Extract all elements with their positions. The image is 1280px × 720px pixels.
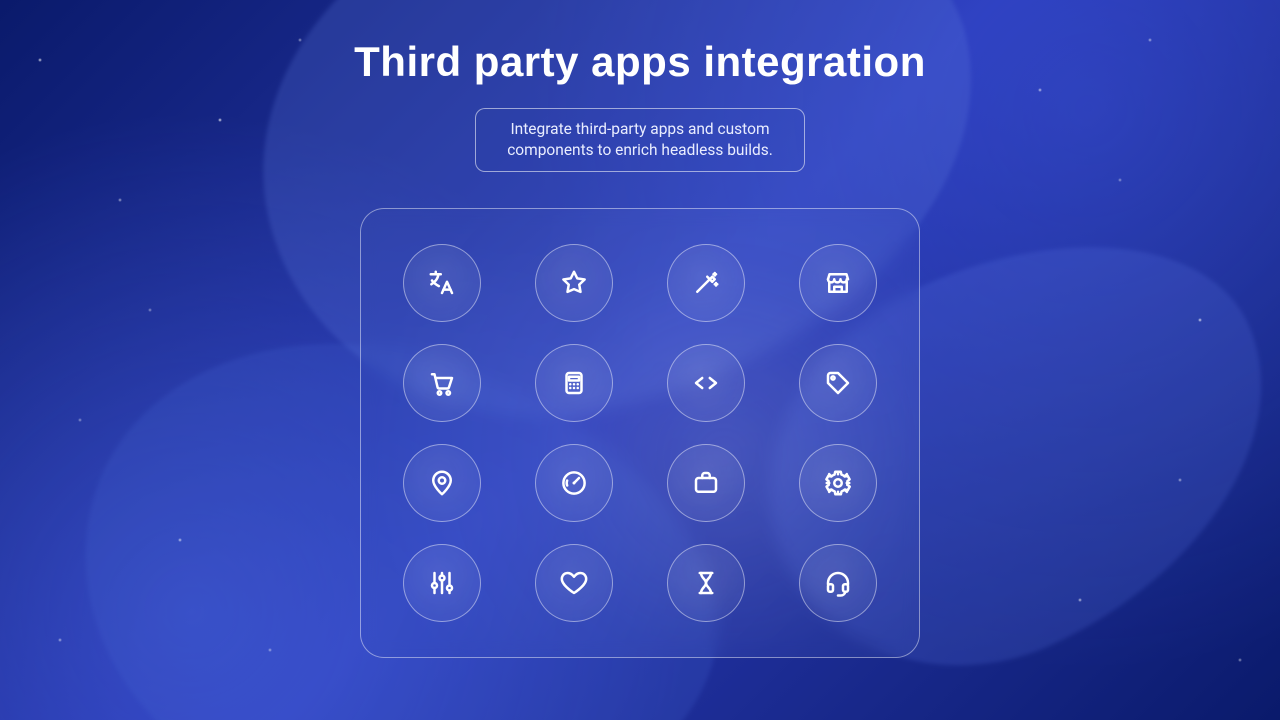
integration-hourglass[interactable]	[667, 544, 745, 622]
headset-icon	[823, 568, 853, 598]
integration-gear[interactable]	[799, 444, 877, 522]
integration-calculator[interactable]	[535, 344, 613, 422]
tag-icon	[823, 368, 853, 398]
map-pin-icon	[427, 468, 457, 498]
integration-briefcase[interactable]	[667, 444, 745, 522]
integration-tag[interactable]	[799, 344, 877, 422]
integration-gauge[interactable]	[535, 444, 613, 522]
integration-headset[interactable]	[799, 544, 877, 622]
integration-code[interactable]	[667, 344, 745, 422]
integration-shopping-cart[interactable]	[403, 344, 481, 422]
page-title: Third party apps integration	[354, 38, 926, 86]
integration-star[interactable]	[535, 244, 613, 322]
hourglass-icon	[691, 568, 721, 598]
code-icon	[691, 368, 721, 398]
calculator-icon	[559, 368, 589, 398]
integration-magic-wand[interactable]	[667, 244, 745, 322]
integrations-panel	[360, 208, 920, 658]
storefront-icon	[823, 268, 853, 298]
page-subtitle: Integrate third-party apps and custom co…	[475, 108, 805, 172]
integration-map-pin[interactable]	[403, 444, 481, 522]
integration-translate[interactable]	[403, 244, 481, 322]
integration-sliders[interactable]	[403, 544, 481, 622]
star-icon	[559, 268, 589, 298]
integration-storefront[interactable]	[799, 244, 877, 322]
sliders-icon	[427, 568, 457, 598]
magic-wand-icon	[691, 268, 721, 298]
heart-icon	[559, 568, 589, 598]
shopping-cart-icon	[427, 368, 457, 398]
integration-heart[interactable]	[535, 544, 613, 622]
briefcase-icon	[691, 468, 721, 498]
gauge-icon	[559, 468, 589, 498]
translate-icon	[427, 268, 457, 298]
gear-icon	[823, 468, 853, 498]
